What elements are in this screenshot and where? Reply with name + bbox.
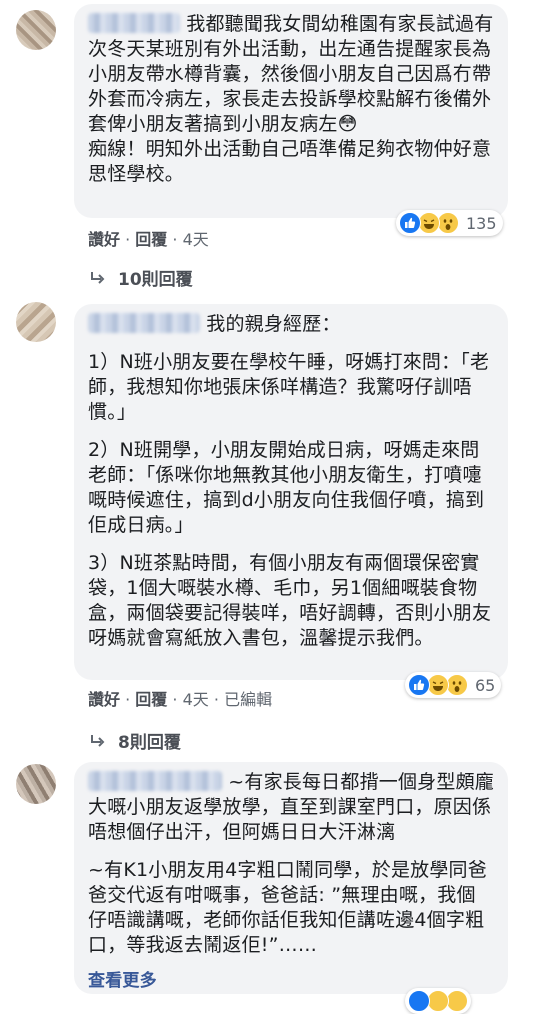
comment-paragraph: 痴線！明知外出活動自己唔準備足夠衣物仲好意思怪學校。	[88, 138, 492, 185]
comment-paragraph: 1）N班小朋友要在學校午睡，呀媽打來問：「老師，我想知你地張床係咩構造？我驚呀仔…	[88, 351, 490, 423]
replies-count: 8則回覆	[118, 733, 181, 753]
like-link[interactable]: 讚好	[88, 226, 120, 250]
haha-reaction-icon	[427, 674, 449, 696]
replies-count: 10則回覆	[118, 270, 193, 290]
comment-bubble: 我都聽聞我女間幼稚園有家長試過有次冬天某班別有外出活動，出左通告提醒家長為小朋友…	[74, 4, 508, 218]
comment-text: 我都聽聞我女間幼稚園有家長試過有次冬天某班別有外出活動，出左通告提醒家長為小朋友…	[88, 12, 494, 137]
like-reaction-icon	[408, 990, 430, 1012]
view-replies-link[interactable]: 10則回覆	[90, 265, 193, 290]
reply-link[interactable]: 回覆	[135, 686, 167, 710]
like-reaction-icon	[399, 212, 421, 234]
edited-label: 已編輯	[224, 690, 273, 709]
comment-bubble: 我的親身經歷： 1）N班小朋友要在學校午睡，呀媽打來問：「老師，我想知你地張床係…	[74, 304, 508, 680]
reply-arrow-icon	[91, 734, 105, 747]
see-more-link[interactable]: 查看更多	[88, 971, 157, 991]
wow-reaction-icon	[437, 212, 459, 234]
avatar[interactable]	[16, 302, 56, 342]
wow-reaction-icon	[446, 990, 468, 1012]
comment-text: 我的親身經歷：	[88, 312, 494, 337]
comment-actions: 讚好 · 回覆 · 4天	[88, 226, 209, 250]
avatar[interactable]	[16, 10, 56, 50]
reaction-count: 65	[475, 675, 496, 695]
author-name[interactable]	[88, 313, 200, 333]
wow-reaction-icon	[446, 674, 468, 696]
reaction-summary[interactable]	[405, 988, 471, 1014]
comment-bubble: ~有家長每日都揹一個身型頗龐大嘅小朋友返學放學，直至到課室門口，原因係唔想個仔出…	[74, 762, 508, 994]
author-name[interactable]	[88, 771, 222, 791]
like-link[interactable]: 讚好	[88, 686, 120, 710]
like-reaction-icon	[408, 674, 430, 696]
author-name[interactable]	[88, 13, 180, 33]
reply-link[interactable]: 回覆	[135, 226, 167, 250]
reply-arrow-icon	[91, 271, 105, 284]
comment-actions: 讚好 · 回覆 · 4天 · 已編輯	[88, 686, 272, 710]
comment-paragraph: 我的親身經歷：	[206, 313, 341, 335]
comment-paragraph: ~有K1小朋友用4字粗口鬧同學，於是放學同爸爸交代返有咁嘅事，爸爸話: ”無理由…	[88, 859, 487, 956]
timestamp[interactable]: 4天	[183, 686, 209, 710]
reaction-count: 135	[466, 213, 497, 233]
avatar[interactable]	[16, 764, 56, 804]
comment-paragraph: 3）N班茶點時間，有個小朋友有兩個環保密實袋，1個大嘅裝水樽、毛巾，另1個細嘅裝…	[88, 552, 492, 649]
reaction-summary[interactable]: 65	[405, 672, 502, 698]
timestamp[interactable]: 4天	[183, 226, 209, 250]
reaction-summary[interactable]: 135	[396, 210, 503, 236]
comment-paragraph: 2）N班開學，小朋友開始成日病，呀媽走來問老師：「係咪你地無教其他小朋友衛生，打…	[88, 439, 485, 536]
haha-reaction-icon	[418, 212, 440, 234]
view-replies-link[interactable]: 8則回覆	[90, 728, 181, 753]
haha-reaction-icon	[427, 990, 449, 1012]
comment-text: ~有家長每日都揹一個身型頗龐大嘅小朋友返學放學，直至到課室門口，原因係唔想個仔出…	[88, 770, 494, 845]
